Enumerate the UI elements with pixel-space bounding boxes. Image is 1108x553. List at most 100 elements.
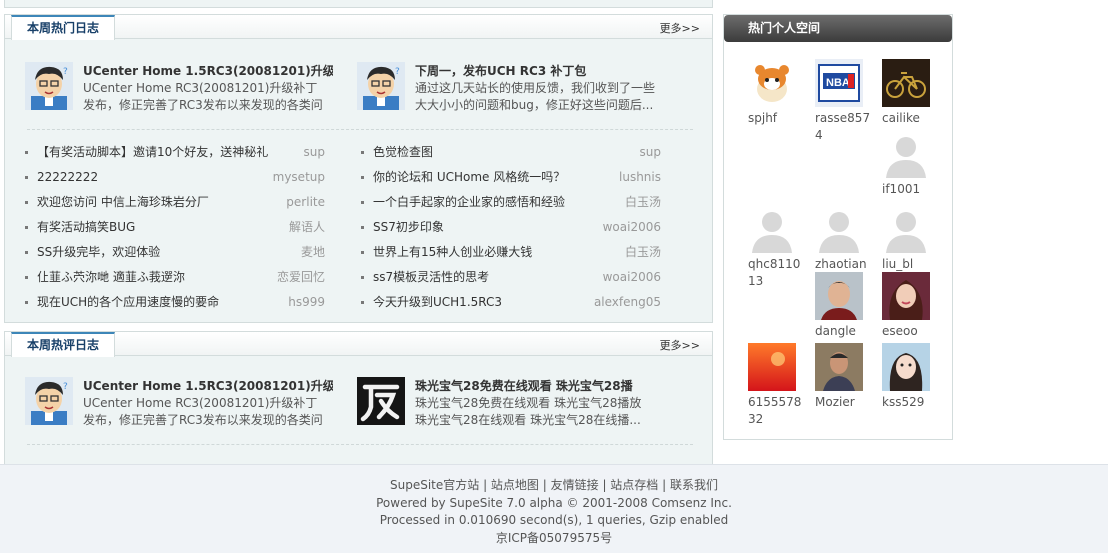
calligraphy-thumb-icon[interactable] [357, 377, 405, 425]
list-item-author[interactable]: 麦地 [301, 240, 325, 265]
default-avatar-icon[interactable] [882, 130, 930, 178]
footer-link-friend-links[interactable]: 友情链接 [551, 478, 599, 492]
footer-link-archive[interactable]: 站点存档 [610, 478, 658, 492]
footer-link-sitemap[interactable]: 站点地图 [491, 478, 539, 492]
red-avatar-icon[interactable] [748, 343, 796, 391]
space-username[interactable]: dangle [815, 323, 871, 340]
list-item-title[interactable]: 仩韮ふ茓沵哋 適韮ふ莪遻沵 [37, 270, 185, 284]
list-item-title[interactable]: 今天升级到UCH1.5RC3 [373, 295, 502, 309]
space-username[interactable]: rasse8574 [815, 110, 871, 144]
space-item[interactable]: eseoo [882, 272, 942, 340]
space-username[interactable]: if1001 [882, 181, 938, 198]
list-item[interactable]: 欢迎您访问 中信上海珍珠岩分厂 perlite [25, 190, 325, 215]
photo-avatar-icon[interactable] [815, 343, 863, 391]
space-item[interactable]: dangle [815, 272, 875, 340]
list-item-author[interactable]: woai2006 [603, 265, 661, 290]
list-item[interactable]: 有奖活动搞笑BUG 解语人 [25, 215, 325, 240]
list-item[interactable]: 一个白手起家的企业家的感悟和经验 白玉汤 [361, 190, 661, 215]
list-item-title[interactable]: SS升级完毕，欢迎体验 [37, 245, 160, 259]
list-item-title[interactable]: 欢迎您访问 中信上海珍珠岩分厂 [37, 195, 209, 209]
photo-avatar-icon[interactable] [815, 272, 863, 320]
space-username[interactable]: cailike [882, 110, 938, 127]
more-link[interactable]: 更多>> [660, 20, 700, 36]
featured-post[interactable]: 珠光宝气28免费在线观看 珠光宝气28播 珠光宝气28免费在线观看 珠光宝气28… [357, 377, 657, 437]
cartoon-avatar-icon[interactable]: ? [357, 62, 405, 110]
photo-avatar-icon[interactable] [882, 343, 930, 391]
list-item-title[interactable]: 你的论坛和 UCHome 风格统一吗？ [373, 170, 565, 184]
list-item-author[interactable]: alexfeng05 [594, 290, 661, 315]
footer-icp[interactable]: 京ICP备05079575号 [0, 530, 1108, 548]
space-item[interactable]: kss529 [882, 343, 942, 411]
default-avatar-icon[interactable] [882, 205, 930, 253]
list-item-title[interactable]: 一个白手起家的企业家的感悟和经验 [373, 195, 565, 209]
list-item[interactable]: 现在UCH的各个应用速度慢的要命 hs999 [25, 290, 325, 315]
featured-post-summary: UCenter Home RC3(20081201)升级补丁发布，修正完善了RC… [83, 81, 323, 112]
list-item[interactable]: 世界上有15种人创业必赚大钱 白玉汤 [361, 240, 661, 265]
cartoon-avatar-icon[interactable]: ? [25, 377, 73, 425]
list-item-title[interactable]: 22222222 [37, 170, 98, 184]
space-username[interactable]: Mozier [815, 394, 871, 411]
list-item-title[interactable]: SS7初步印象 [373, 220, 444, 234]
list-item-author[interactable]: 解语人 [289, 215, 325, 240]
cartoon-avatar-icon[interactable]: ? [25, 62, 73, 110]
space-item[interactable]: cailike [882, 59, 942, 127]
list-item-author[interactable]: sup [304, 140, 325, 165]
space-username[interactable]: qhc811013 [748, 256, 804, 290]
space-item[interactable]: spjhf [748, 59, 808, 127]
bicycle-avatar-icon[interactable] [882, 59, 930, 107]
photo-avatar-icon[interactable] [882, 272, 930, 320]
list-item-author[interactable]: hs999 [288, 290, 325, 315]
list-item[interactable]: 【有奖活动脚本】邀请10个好友，送神秘礼 sup [25, 140, 325, 165]
featured-post[interactable]: ? UCenter Home 1.5RC3(20081201)升级补丁 UCen… [25, 377, 333, 437]
space-username[interactable]: spjhf [748, 110, 804, 127]
more-link[interactable]: 更多>> [660, 337, 700, 353]
footer-link-contact[interactable]: 联系我们 [670, 478, 718, 492]
list-item[interactable]: 色觉检查图 sup [361, 140, 661, 165]
list-item-title[interactable]: 现在UCH的各个应用速度慢的要命 [37, 295, 219, 309]
featured-post-title[interactable]: UCenter Home 1.5RC3(20081201)升级补丁 [83, 62, 333, 79]
hamster-avatar-icon[interactable] [748, 59, 796, 107]
space-username[interactable]: eseoo [882, 323, 938, 340]
space-item[interactable]: if1001 [882, 130, 942, 198]
tab-hot-comment-blogs[interactable]: 本周热评日志 [11, 332, 116, 357]
space-item[interactable]: 615557832 [748, 343, 808, 428]
default-avatar-icon[interactable] [815, 205, 863, 253]
nba-avatar-icon[interactable]: NBA [815, 59, 863, 107]
list-item[interactable]: SS升级完毕，欢迎体验 麦地 [25, 240, 325, 265]
featured-post-title[interactable]: 珠光宝气28免费在线观看 珠光宝气28播 [415, 377, 665, 394]
featured-post[interactable]: ? UCenter Home 1.5RC3(20081201)升级补丁 UCen… [25, 62, 333, 122]
space-username[interactable]: 615557832 [748, 394, 804, 428]
space-username[interactable]: liu_bl [882, 256, 938, 273]
list-item-title[interactable]: 有奖活动搞笑BUG [37, 220, 135, 234]
featured-post-summary: 通过这几天站长的使用反馈，我们收到了一些大大小小的问题和bug，修正好这些问题后… [415, 81, 655, 112]
list-item-title[interactable]: 世界上有15种人创业必赚大钱 [373, 245, 532, 259]
list-item-author[interactable]: 恋爱回忆 [277, 265, 325, 290]
list-item[interactable]: 仩韮ふ茓沵哋 適韮ふ莪遻沵 恋爱回忆 [25, 265, 325, 290]
default-avatar-icon[interactable] [748, 205, 796, 253]
footer-link-official[interactable]: SupeSite官方站 [390, 478, 479, 492]
space-username[interactable]: kss529 [882, 394, 938, 411]
list-item-author[interactable]: 白玉汤 [625, 190, 661, 215]
space-item[interactable]: liu_bl [882, 205, 942, 273]
list-item-title[interactable]: 【有奖活动脚本】邀请10个好友，送神秘礼 [37, 145, 268, 159]
list-item[interactable]: 你的论坛和 UCHome 风格统一吗？ lushnis [361, 165, 661, 190]
space-item[interactable]: qhc811013 [748, 205, 808, 290]
list-item[interactable]: 22222222 mysetup [25, 165, 325, 190]
featured-post-title[interactable]: UCenter Home 1.5RC3(20081201)升级补丁 [83, 377, 333, 394]
list-item-author[interactable]: mysetup [273, 165, 325, 190]
list-item[interactable]: ss7模板灵活性的思考 woai2006 [361, 265, 661, 290]
list-item[interactable]: SS7初步印象 woai2006 [361, 215, 661, 240]
list-item[interactable]: 今天升级到UCH1.5RC3 alexfeng05 [361, 290, 661, 315]
list-item-author[interactable]: lushnis [619, 165, 661, 190]
list-item-title[interactable]: 色觉检查图 [373, 145, 433, 159]
featured-post-title[interactable]: 下周一，发布UCH RC3 补丁包 [415, 62, 665, 79]
tab-hot-blogs[interactable]: 本周热门日志 [11, 15, 116, 40]
space-item[interactable]: NBA rasse8574 [815, 59, 875, 144]
list-item-author[interactable]: perlite [286, 190, 325, 215]
list-item-author[interactable]: sup [640, 140, 661, 165]
list-item-author[interactable]: 白玉汤 [625, 240, 661, 265]
list-item-author[interactable]: woai2006 [603, 215, 661, 240]
space-item[interactable]: Mozier [815, 343, 875, 411]
featured-post[interactable]: ? 下周一，发布UCH RC3 补丁包 通过这几天站长的使用反馈，我们收到了一些… [357, 62, 657, 122]
list-item-title[interactable]: ss7模板灵活性的思考 [373, 270, 489, 284]
